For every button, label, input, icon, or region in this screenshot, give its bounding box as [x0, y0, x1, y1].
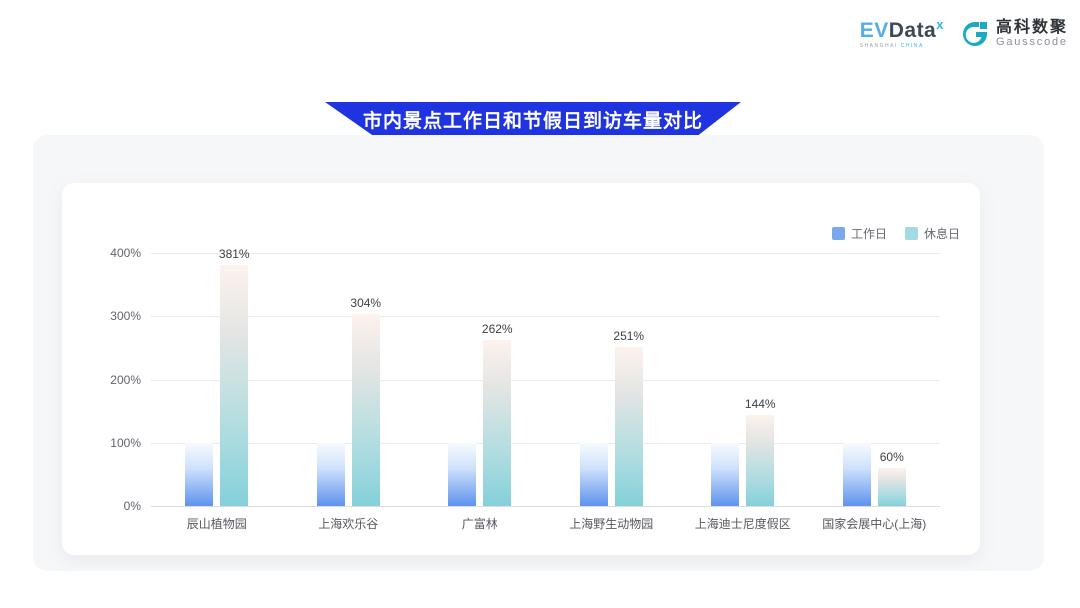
gausscode-en: Gausscode [996, 36, 1068, 48]
x-axis-category-label: 国家会展中心(上海) [822, 515, 926, 532]
bar-value-label: 262% [482, 322, 513, 336]
legend-item-休息日[interactable]: 休息日 [905, 225, 960, 242]
bar-group: 381%辰山植物园 [185, 253, 248, 506]
x-axis-category-label: 上海野生动物园 [569, 515, 653, 532]
bar-restday[interactable]: 60% [878, 468, 906, 506]
bar-workday[interactable] [580, 443, 608, 506]
page-title: 市内景点工作日和节假日到访车量对比 [363, 106, 703, 133]
legend-label: 工作日 [851, 225, 887, 242]
bar-workday[interactable] [448, 443, 476, 506]
bar-value-label: 381% [219, 247, 250, 261]
legend-item-工作日[interactable]: 工作日 [832, 225, 887, 242]
legend-label: 休息日 [924, 225, 960, 242]
gausscode-logo: 高科数聚 Gausscode [960, 19, 1068, 49]
chart-card: 工作日休息日 0%100%200%300%400%381%辰山植物园304%上海… [62, 183, 980, 555]
evdata-subtext: SHANGHAI CHINA [860, 44, 944, 49]
x-axis-category-label: 广富林 [462, 515, 498, 532]
bar-group: 60%国家会展中心(上海) [843, 253, 906, 506]
chart-panel: 工作日休息日 0%100%200%300%400%381%辰山植物园304%上海… [33, 135, 1044, 571]
bar-group: 144%上海迪士尼度假区 [711, 253, 774, 506]
legend-swatch [905, 227, 918, 240]
chart-plot-area: 0%100%200%300%400%381%辰山植物园304%上海欢乐谷262%… [151, 253, 940, 506]
bar-value-label: 304% [350, 296, 381, 310]
bar-workday[interactable] [711, 443, 739, 506]
y-axis-tick: 200% [110, 373, 141, 387]
gausscode-g-icon [960, 19, 990, 49]
bar-groups: 381%辰山植物园 304%上海欢乐谷 262%广富林 251%上海野生动物园 144%… [151, 253, 940, 506]
bar-group: 304%上海欢乐谷 [317, 253, 380, 506]
y-axis-tick: 400% [110, 246, 141, 260]
x-axis-category-label: 上海迪士尼度假区 [695, 515, 791, 532]
bar-restday[interactable]: 381% [220, 265, 248, 506]
page: EVDatax SHANGHAI CHINA 高科数聚 Gausscode 市内… [0, 0, 1080, 608]
bar-workday[interactable] [185, 443, 213, 506]
chart-legend: 工作日 休息日 [832, 225, 960, 242]
bar-value-label: 60% [880, 450, 904, 464]
evdata-wordmark: EVDatax [860, 18, 944, 41]
legend-swatch [832, 227, 845, 240]
bar-group: 262%广富林 [448, 253, 511, 506]
bar-value-label: 251% [613, 329, 644, 343]
bar-value-label: 144% [745, 397, 776, 411]
gridline-0% [151, 506, 940, 507]
bar-restday[interactable]: 144% [746, 415, 774, 506]
gausscode-cn: 高科数聚 [996, 19, 1068, 37]
bar-restday[interactable]: 262% [483, 340, 511, 506]
x-axis-category-label: 上海欢乐谷 [318, 515, 378, 532]
x-axis-category-label: 辰山植物园 [187, 515, 247, 532]
bar-restday[interactable]: 304% [352, 314, 380, 506]
bar-workday[interactable] [843, 443, 871, 506]
bar-group: 251%上海野生动物园 [580, 253, 643, 506]
y-axis-tick: 300% [110, 309, 141, 323]
title-banner: 市内景点工作日和节假日到访车量对比 [325, 102, 741, 137]
evdata-logo: EVDatax SHANGHAI CHINA [860, 18, 944, 49]
logo-bar: EVDatax SHANGHAI CHINA 高科数聚 Gausscode [860, 18, 1068, 49]
y-axis-tick: 0% [124, 499, 141, 513]
y-axis-tick: 100% [110, 436, 141, 450]
gausscode-text: 高科数聚 Gausscode [996, 19, 1068, 49]
bar-restday[interactable]: 251% [615, 347, 643, 506]
bar-workday[interactable] [317, 443, 345, 506]
